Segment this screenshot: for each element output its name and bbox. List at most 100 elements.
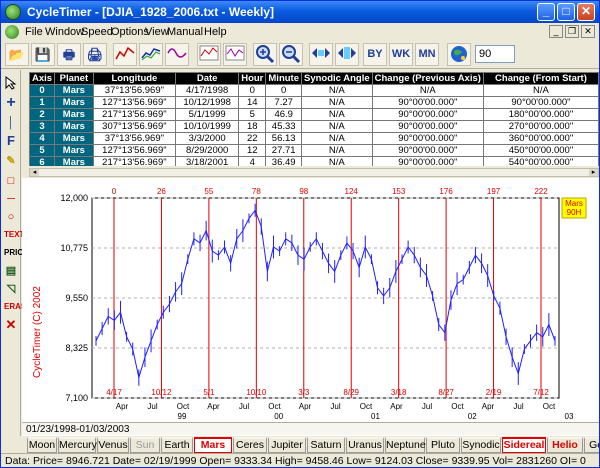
col-planet[interactable]: Planet — [54, 72, 94, 85]
change-start-cell[interactable]: 540°00'00.000" — [482, 156, 599, 166]
print-preview-icon[interactable]: 🖨 — [83, 43, 107, 66]
menu-options[interactable]: Options — [111, 26, 149, 38]
text-tool-icon[interactable]: TEXT — [4, 228, 24, 242]
synodic-angle-cell[interactable]: N/A — [301, 108, 373, 121]
axis-cell[interactable]: 6 — [29, 156, 56, 166]
tab-sun[interactable]: Sun — [130, 437, 160, 453]
grid-row[interactable]: 3 Mars 307°13'56.969" 10/10/1999 18 45.33 N/A 9… — [29, 120, 599, 133]
longitude-cell[interactable]: 37°13'56.969" — [92, 84, 177, 97]
planet-cell[interactable]: Mars — [54, 132, 94, 145]
zoom-in-icon[interactable] — [253, 43, 277, 66]
col-change-start[interactable]: Change (From Start) — [482, 72, 599, 85]
wave-chart-icon[interactable] — [165, 43, 189, 66]
hour-cell[interactable]: 4 — [238, 156, 267, 166]
hour-cell[interactable]: 0 — [238, 84, 267, 97]
planet-cell[interactable]: Mars — [54, 156, 94, 166]
change-start-cell[interactable]: 450°00'00.000" — [482, 144, 599, 157]
date-cell[interactable]: 3/18/2001 — [175, 156, 240, 166]
scroll-right-arrow-icon[interactable]: ▸ — [589, 169, 598, 176]
grid-row[interactable]: 6 Mars 217°13'56.969" 3/18/2001 4 36.49 N/A 90°… — [29, 156, 599, 166]
open-folder-icon[interactable]: 📂 — [5, 43, 29, 66]
date-cell[interactable]: 4/17/1998 — [175, 84, 240, 97]
circle-icon[interactable]: ○ — [4, 210, 18, 224]
longitude-cell[interactable]: 37°13'56.969" — [92, 132, 177, 145]
synodic-angle-cell[interactable]: N/A — [301, 156, 373, 166]
synodic-angle-cell[interactable]: N/A — [301, 84, 373, 97]
pencil-icon[interactable]: ✎ — [4, 154, 18, 168]
longitude-cell[interactable]: 127°13'56.969" — [92, 144, 177, 157]
longitude-cell[interactable]: 127°13'56.969" — [92, 96, 177, 109]
erase-tool-icon[interactable]: ERAS — [4, 300, 26, 314]
tab-uranus[interactable]: Uranus — [346, 437, 384, 453]
col-axis[interactable]: Axis — [29, 72, 56, 85]
change-start-cell[interactable]: 360°00'00.000" — [482, 132, 599, 145]
date-cell[interactable]: 8/29/2000 — [175, 144, 240, 157]
grid-row[interactable]: 0 Mars 37°13'56.969" 4/17/1998 0 0 N/A N/A N/A — [29, 84, 599, 97]
col-synodic-angle[interactable]: Synodic Angle — [301, 72, 373, 85]
planet-cell[interactable]: Mars — [54, 96, 94, 109]
menu-help[interactable]: Help — [204, 26, 227, 38]
hour-cell[interactable]: 5 — [238, 108, 267, 121]
save-disk-icon[interactable]: 💾 — [31, 43, 55, 66]
synodic-angle-cell[interactable]: N/A — [301, 120, 373, 133]
axis-cell[interactable]: 1 — [29, 96, 56, 109]
tab-mercury[interactable]: Mercury — [58, 437, 97, 453]
pointer-icon[interactable] — [4, 75, 18, 90]
tab-sidereal[interactable]: Sidereal — [502, 437, 546, 453]
change-start-cell[interactable]: N/A — [482, 84, 599, 97]
document-icon[interactable] — [5, 25, 19, 39]
globe-icon[interactable] — [447, 43, 471, 66]
tab-mars[interactable]: Mars — [194, 437, 232, 453]
col-minute[interactable]: Minute — [265, 72, 302, 85]
tab-earth[interactable]: Earth — [161, 437, 193, 453]
minute-cell[interactable]: 56.13 — [265, 132, 302, 145]
hour-cell[interactable]: 14 — [238, 96, 267, 109]
grid-row[interactable]: 4 Mars 37°13'56.969" 3/3/2000 22 56.13 N/A 90°0… — [29, 132, 599, 145]
hour-cell[interactable]: 22 — [238, 132, 267, 145]
scroll-left-arrow-icon[interactable]: ◂ — [30, 169, 39, 176]
grid-row[interactable]: 1 Mars 127°13'56.969" 10/12/1998 14 7.27 N/A 90… — [29, 96, 599, 109]
tab-synodic[interactable]: Synodic — [461, 437, 501, 453]
dual-chart-icon[interactable] — [197, 43, 221, 66]
change-start-cell[interactable]: 90°00'00.000" — [482, 96, 599, 109]
change-previous-cell[interactable]: 90°00'00.000" — [371, 120, 484, 133]
tab-pluto[interactable]: Pluto — [426, 437, 460, 453]
grid-row[interactable]: 2 Mars 217°13'56.969" 5/1/1999 5 46.9 N/A 90°00… — [29, 108, 599, 121]
date-cell[interactable]: 10/12/1998 — [175, 96, 240, 109]
price-tool-icon[interactable]: PRICE — [4, 246, 28, 260]
line-chart-icon[interactable] — [113, 43, 137, 66]
menu-view[interactable]: View — [145, 26, 169, 38]
menu-manual[interactable]: Manual — [167, 26, 203, 38]
longitude-cell[interactable]: 217°13'56.969" — [92, 108, 177, 121]
price-chart[interactable]: 12,000 10,775 9,550 8,325 7,100 CycleTimer (C… — [22, 178, 599, 422]
tab-saturn[interactable]: Saturn — [307, 437, 345, 453]
mdi-restore-button[interactable]: ❐ — [565, 25, 579, 38]
col-date[interactable]: Date — [175, 72, 240, 85]
change-previous-cell[interactable]: N/A — [371, 84, 484, 97]
gann-fan-icon[interactable]: ◹ — [4, 282, 18, 296]
synodic-angle-cell[interactable]: N/A — [301, 96, 373, 109]
menu-speed[interactable]: Speed — [81, 26, 113, 38]
menu-window[interactable]: Window — [45, 26, 84, 38]
minute-cell[interactable]: 27.71 — [265, 144, 302, 157]
longitude-cell[interactable]: 307°13'56.969" — [92, 120, 177, 133]
rectangle-icon[interactable]: □ — [4, 174, 18, 188]
close-button[interactable]: ✕ — [577, 3, 595, 21]
scroll-fit-icon[interactable] — [335, 43, 359, 66]
hour-cell[interactable]: 12 — [238, 144, 267, 157]
tab-moon[interactable]: Moon — [27, 437, 57, 453]
col-hour[interactable]: Hour — [238, 72, 267, 85]
wk-scale-button[interactable]: WK — [389, 43, 413, 66]
change-previous-cell[interactable]: 90°00'00.000" — [371, 156, 484, 166]
minute-cell[interactable]: 46.9 — [265, 108, 302, 121]
line-tool-icon[interactable]: ─ — [4, 192, 18, 206]
change-previous-cell[interactable]: 90°00'00.000" — [371, 108, 484, 121]
change-start-cell[interactable]: 270°00'00.000" — [482, 120, 599, 133]
zoom-out-icon[interactable] — [279, 43, 303, 66]
date-cell[interactable]: 3/3/2000 — [175, 132, 240, 145]
planet-cell[interactable]: Mars — [54, 144, 94, 157]
date-cell[interactable]: 5/1/1999 — [175, 108, 240, 121]
vertical-line-icon[interactable]: │ — [4, 116, 18, 130]
axis-cell[interactable]: 5 — [29, 144, 56, 157]
tab-neptune[interactable]: Neptune — [385, 437, 426, 453]
